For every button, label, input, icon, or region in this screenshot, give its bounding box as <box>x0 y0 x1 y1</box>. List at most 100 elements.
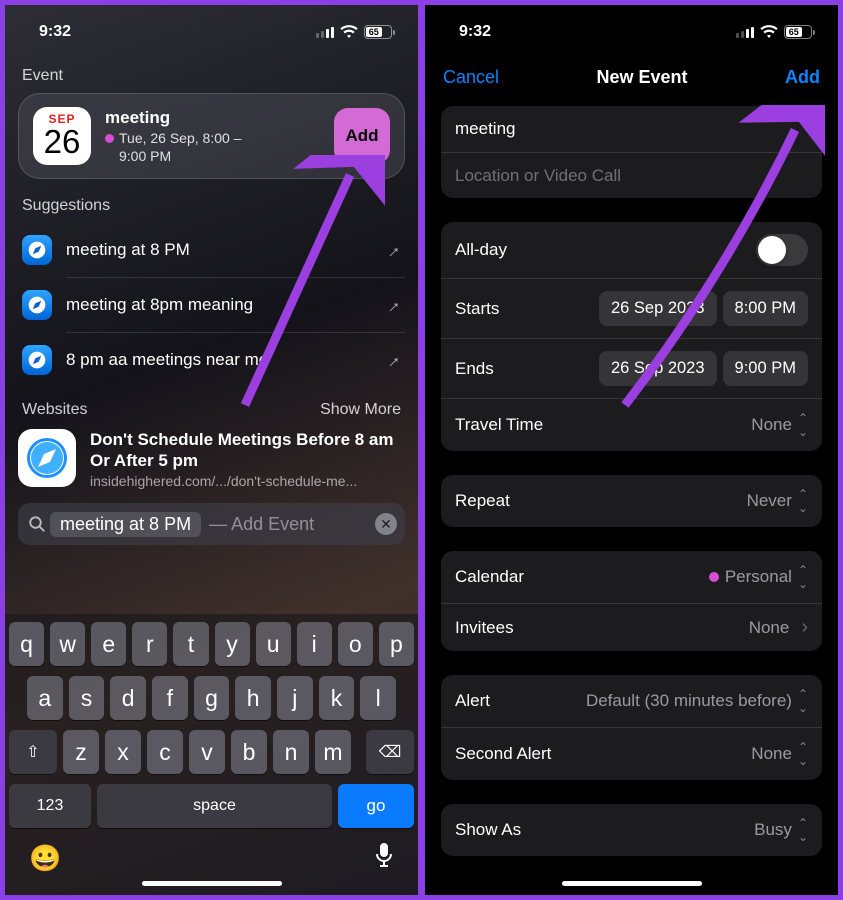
key-t[interactable]: t <box>173 622 208 666</box>
key-b[interactable]: b <box>231 730 267 774</box>
key-s[interactable]: s <box>69 676 105 720</box>
numbers-key[interactable]: 123 <box>9 784 91 828</box>
add-button[interactable]: Add <box>785 67 820 88</box>
clear-icon[interactable]: ✕ <box>375 513 397 535</box>
travel-time-row[interactable]: Travel Time None⌃⌄ <box>441 398 822 451</box>
key-u[interactable]: u <box>256 622 291 666</box>
key-c[interactable]: c <box>147 730 183 774</box>
suggestion-row[interactable]: meeting at 8pm meaning → <box>18 278 405 332</box>
starts-date-picker[interactable]: 26 Sep 2023 <box>599 291 717 326</box>
ends-date-picker[interactable]: 26 Sep 2023 <box>599 351 717 386</box>
datetime-group: All-day Starts 26 Sep 2023 8:00 PM Ends … <box>441 222 822 451</box>
key-h[interactable]: h <box>235 676 271 720</box>
key-v[interactable]: v <box>189 730 225 774</box>
safari-icon <box>22 235 52 265</box>
websites-label: Websites <box>22 401 88 419</box>
key-d[interactable]: d <box>110 676 146 720</box>
calendar-color-dot <box>709 572 719 582</box>
event-section-label: Event <box>22 67 401 85</box>
arrow-up-right-icon: → <box>378 236 406 264</box>
wifi-icon <box>760 25 778 39</box>
suggestion-row[interactable]: 8 pm aa meetings near me → <box>18 333 405 387</box>
suggestion-row[interactable]: meeting at 8 PM → <box>18 223 405 277</box>
title-field[interactable]: meeting <box>441 106 822 152</box>
safari-app-icon <box>18 429 76 487</box>
event-title: meeting <box>105 108 320 128</box>
ends-row: Ends 26 Sep 2023 9:00 PM <box>441 338 822 398</box>
status-icons: 65 <box>736 25 812 39</box>
key-o[interactable]: o <box>338 622 373 666</box>
backspace-key[interactable]: ⌫ <box>366 730 414 774</box>
key-m[interactable]: m <box>315 730 351 774</box>
home-indicator[interactable] <box>562 881 702 886</box>
ends-time-picker[interactable]: 9:00 PM <box>723 351 808 386</box>
alert-group: Alert Default (30 minutes before)⌃⌄ Seco… <box>441 675 822 780</box>
calendar-invitees-group: Calendar Personal⌃⌄ Invitees None› <box>441 551 822 651</box>
allday-toggle[interactable] <box>756 234 808 266</box>
shift-key[interactable]: ⇧ <box>9 730 57 774</box>
key-a[interactable]: a <box>27 676 63 720</box>
key-i[interactable]: i <box>297 622 332 666</box>
go-key[interactable]: go <box>338 784 414 828</box>
battery-icon: 65 <box>784 25 812 39</box>
invitees-row[interactable]: Invitees None› <box>441 603 822 651</box>
cellular-icon <box>316 27 334 38</box>
website-result[interactable]: Don't Schedule Meetings Before 8 am Or A… <box>18 429 405 489</box>
key-e[interactable]: e <box>91 622 126 666</box>
dictation-key[interactable] <box>374 842 394 875</box>
emoji-key[interactable]: 😀 <box>29 843 61 874</box>
event-card[interactable]: SEP 26 meeting Tue, 26 Sep, 8:00 – 9:00 … <box>18 93 405 179</box>
second-alert-row[interactable]: Second Alert None⌃⌄ <box>441 727 822 780</box>
starts-row: Starts 26 Sep 2023 8:00 PM <box>441 278 822 338</box>
alert-row[interactable]: Alert Default (30 minutes before)⌃⌄ <box>441 675 822 727</box>
safari-icon <box>22 290 52 320</box>
calendar-icon: SEP 26 <box>33 107 91 165</box>
show-more-button[interactable]: Show More <box>320 401 401 419</box>
key-g[interactable]: g <box>194 676 230 720</box>
key-p[interactable]: p <box>379 622 414 666</box>
key-q[interactable]: q <box>9 622 44 666</box>
key-n[interactable]: n <box>273 730 309 774</box>
calendar-row[interactable]: Calendar Personal⌃⌄ <box>441 551 822 603</box>
status-time: 9:32 <box>39 23 71 41</box>
space-key[interactable]: space <box>97 784 332 828</box>
event-info: meeting Tue, 26 Sep, 8:00 – 9:00 PM <box>105 108 320 164</box>
key-r[interactable]: r <box>132 622 167 666</box>
battery-icon: 65 <box>364 25 392 39</box>
allday-row: All-day <box>441 222 822 278</box>
search-text: meeting at 8 PM <box>50 512 201 537</box>
add-event-button[interactable]: Add <box>334 108 390 164</box>
suggestions-label: Suggestions <box>22 197 401 215</box>
arrow-up-right-icon: → <box>378 291 406 319</box>
show-as-row[interactable]: Show As Busy⌃⌄ <box>441 804 822 856</box>
repeat-row[interactable]: Repeat Never⌃⌄ <box>441 475 822 527</box>
chevron-right-icon: › <box>801 616 808 639</box>
spotlight-screen: 9:32 65 Event SEP 26 meeting Tue, 26 Sep… <box>3 3 420 897</box>
key-f[interactable]: f <box>152 676 188 720</box>
key-k[interactable]: k <box>319 676 355 720</box>
key-w[interactable]: w <box>50 622 85 666</box>
key-l[interactable]: l <box>360 676 396 720</box>
new-event-screen: 9:32 65 Cancel New Event Add meeting Loc… <box>423 3 840 897</box>
repeat-group: Repeat Never⌃⌄ <box>441 475 822 527</box>
website-title: Don't Schedule Meetings Before 8 am Or A… <box>90 429 405 471</box>
starts-time-picker[interactable]: 8:00 PM <box>723 291 808 326</box>
title-location-group: meeting Location or Video Call <box>441 106 822 198</box>
show-as-group: Show As Busy⌃⌄ <box>441 804 822 856</box>
key-x[interactable]: x <box>105 730 141 774</box>
key-j[interactable]: j <box>277 676 313 720</box>
search-bar[interactable]: meeting at 8 PM — Add Event ✕ <box>18 503 405 545</box>
arrow-up-right-icon: → <box>378 346 406 374</box>
cellular-icon <box>736 27 754 38</box>
keyboard[interactable]: qwertyuiop asdfghjkl ⇧ zxcvbnm ⌫ 123 spa… <box>5 614 418 895</box>
wifi-icon <box>340 25 358 39</box>
key-y[interactable]: y <box>215 622 250 666</box>
status-bar: 9:32 65 <box>425 5 838 59</box>
search-hint: — Add Event <box>209 514 314 535</box>
location-field[interactable]: Location or Video Call <box>441 152 822 198</box>
search-icon <box>28 515 46 533</box>
home-indicator[interactable] <box>142 881 282 886</box>
key-z[interactable]: z <box>63 730 99 774</box>
nav-bar: Cancel New Event Add <box>425 59 838 106</box>
cancel-button[interactable]: Cancel <box>443 67 499 88</box>
